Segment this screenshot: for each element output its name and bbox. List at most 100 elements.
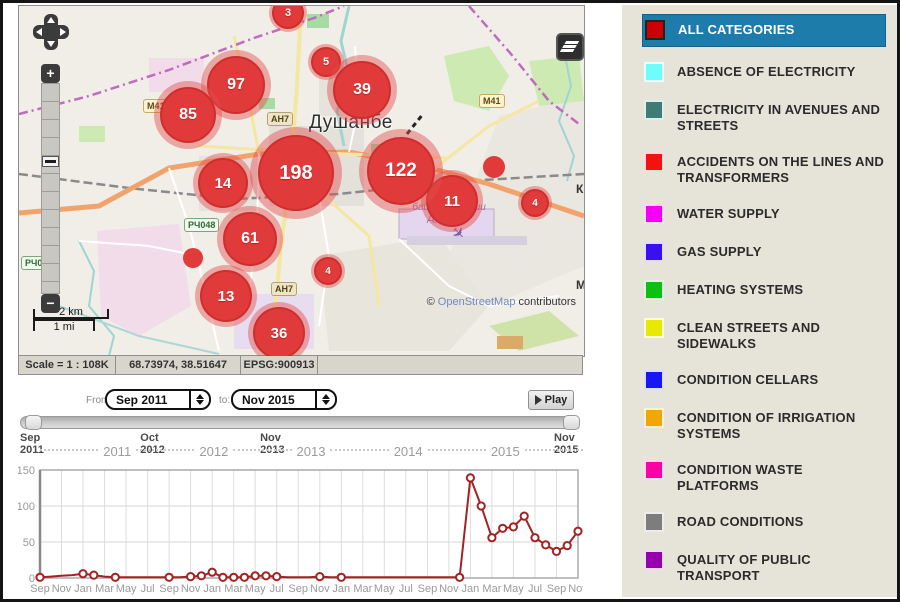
status-scale: Scale = 1 : 108K — [19, 356, 116, 374]
slider-handle-right[interactable] — [563, 415, 580, 430]
category-item-accidents-on-the-lines-and-transformers[interactable]: ACCIDENTS ON THE LINES AND TRANSFORMERS — [644, 152, 884, 186]
time-controls-row: From: Sep 2011 to: Nov 2015 Play — [18, 389, 583, 413]
time-range-slider[interactable] — [20, 416, 580, 429]
pan-left-icon[interactable] — [36, 28, 42, 36]
category-item-water-supply[interactable]: WATER SUPPLY — [644, 204, 884, 224]
svg-text:Sep: Sep — [416, 598, 438, 602]
svg-text:Nov: Nov — [308, 598, 331, 602]
cluster-count: 4 — [521, 189, 549, 217]
svg-text:Nov: Nov — [568, 583, 583, 595]
category-color-swatch — [644, 550, 664, 570]
category-item-clean-streets-and-sidewalks[interactable]: CLEAN STREETS AND SIDEWALKS — [644, 318, 884, 352]
cluster-count: 198 — [258, 135, 334, 211]
category-item-heating-systems[interactable]: HEATING SYSTEMS — [644, 280, 884, 300]
svg-text:Jan: Jan — [331, 598, 352, 602]
category-item-condition-waste-platforms[interactable]: CONDITION WASTE PLATFORMS — [644, 460, 884, 494]
svg-text:Mar: Mar — [224, 583, 243, 595]
zoom-slider-handle[interactable] — [42, 156, 59, 167]
openstreetmap-link[interactable]: OpenStreetMap — [438, 296, 516, 308]
svg-text:Sep: Sep — [287, 598, 309, 602]
svg-text:Sep: Sep — [158, 598, 180, 602]
to-date-select[interactable]: Nov 2015 — [231, 389, 337, 410]
from-date-value: Sep 2011 — [107, 393, 189, 407]
stepper-arrows-icon[interactable] — [189, 391, 209, 408]
category-item-quality-of-public-transport[interactable]: QUALITY OF PUBLIC TRANSPORT — [644, 550, 884, 584]
svg-text:May: May — [245, 583, 266, 595]
category-item-gas-supply[interactable]: GAS SUPPLY — [644, 242, 884, 262]
pan-up-icon[interactable] — [47, 17, 55, 23]
status-empty — [318, 356, 582, 374]
category-label: HEATING SYSTEMS — [677, 280, 803, 298]
svg-text:Jan: Jan — [462, 583, 480, 595]
status-coordinates: 68.73974, 38.51647 — [116, 356, 241, 374]
svg-text:50: 50 — [23, 537, 35, 549]
category-item-condition-cellars[interactable]: CONDITION CELLARS — [644, 370, 884, 390]
svg-text:Sep: Sep — [545, 598, 567, 602]
svg-text:Sep: Sep — [29, 598, 51, 602]
category-color-swatch — [644, 370, 664, 390]
map-point-marker[interactable] — [483, 156, 505, 178]
svg-text:150: 150 — [18, 465, 35, 477]
road-label-m41: М41 — [479, 94, 505, 108]
from-date-select[interactable]: Sep 2011 — [105, 389, 211, 410]
layer-switcher-button[interactable] — [556, 33, 584, 61]
svg-text:Sep: Sep — [288, 583, 308, 595]
svg-text:Jan: Jan — [460, 598, 481, 602]
cluster-count: 122 — [367, 137, 435, 205]
stepper-arrows-icon[interactable] — [315, 391, 335, 408]
category-item-electricity-in-avenues-and-streets[interactable]: ELECTRICITY IN AVENUES AND STREETS — [644, 100, 884, 134]
svg-text:May: May — [502, 598, 526, 602]
road-label-r048: РЧ048 — [184, 218, 219, 232]
zoom-slider-track[interactable] — [41, 83, 60, 294]
category-color-swatch — [644, 62, 664, 82]
road-label-ah7: АН7 — [267, 112, 293, 126]
category-item-absence-of-electricity[interactable]: ABSENCE OF ELECTRICITY — [644, 62, 884, 82]
svg-text:May: May — [373, 598, 397, 602]
category-color-swatch — [644, 408, 664, 428]
map-status-bar: Scale = 1 : 108K 68.73974, 38.51647 EPSG… — [18, 355, 583, 375]
category-color-swatch — [645, 20, 665, 40]
svg-text:Jul: Jul — [139, 598, 156, 602]
category-color-swatch — [644, 242, 664, 262]
pan-control[interactable] — [33, 14, 69, 50]
svg-text:Mar: Mar — [353, 583, 372, 595]
cluster-count: 61 — [223, 212, 277, 266]
svg-text:Sep: Sep — [418, 583, 438, 595]
svg-text:Mar: Mar — [352, 598, 374, 602]
slider-handle-left[interactable] — [25, 415, 42, 430]
to-date-value: Nov 2015 — [233, 393, 315, 407]
category-label: WATER SUPPLY — [677, 204, 780, 222]
pan-right-icon[interactable] — [60, 28, 66, 36]
category-item-all-categories[interactable]: ALL CATEGORIES — [642, 14, 886, 47]
svg-text:May: May — [374, 583, 395, 595]
svg-text:Jul: Jul — [397, 598, 414, 602]
svg-text:May: May — [114, 598, 138, 602]
svg-text:Mar: Mar — [95, 583, 114, 595]
play-button[interactable]: Play — [528, 390, 574, 410]
zoom-in-button[interactable]: + — [41, 64, 60, 83]
zoom-out-button[interactable]: − — [41, 294, 60, 313]
svg-text:Jul: Jul — [528, 583, 542, 595]
category-item-road-conditions[interactable]: ROAD CONDITIONS — [644, 512, 884, 532]
copyright-icon: © — [427, 296, 435, 308]
year-axis-label: 2012 — [194, 444, 233, 459]
year-axis-label: 2014 — [389, 444, 428, 459]
layers-icon — [562, 45, 577, 48]
cluster-count: 13 — [200, 270, 252, 322]
status-projection: EPSG:900913 — [241, 356, 318, 374]
category-label: ROAD CONDITIONS — [677, 512, 804, 530]
svg-text:Mar: Mar — [482, 583, 501, 595]
svg-text:Jan: Jan — [74, 583, 92, 595]
cluster-count: 85 — [160, 87, 216, 143]
category-label: QUALITY OF PUBLIC TRANSPORT — [677, 550, 884, 584]
cluster-count: 39 — [333, 61, 391, 119]
category-color-swatch — [644, 100, 664, 120]
svg-text:Nov: Nov — [438, 598, 461, 602]
play-icon — [535, 395, 542, 405]
category-item-condition-of-irrigation-systems[interactable]: CONDITION OF IRRIGATION SYSTEMS — [644, 408, 884, 442]
map-panel[interactable]: ✈ Душанбе М41 М41 РЧ048 РЧ048 АН7 АН7 ба… — [18, 5, 585, 357]
category-label: ACCIDENTS ON THE LINES AND TRANSFORMERS — [677, 152, 884, 186]
map-point-marker[interactable] — [183, 248, 203, 268]
svg-text:Mar: Mar — [481, 598, 503, 602]
pan-down-icon[interactable] — [47, 41, 55, 47]
